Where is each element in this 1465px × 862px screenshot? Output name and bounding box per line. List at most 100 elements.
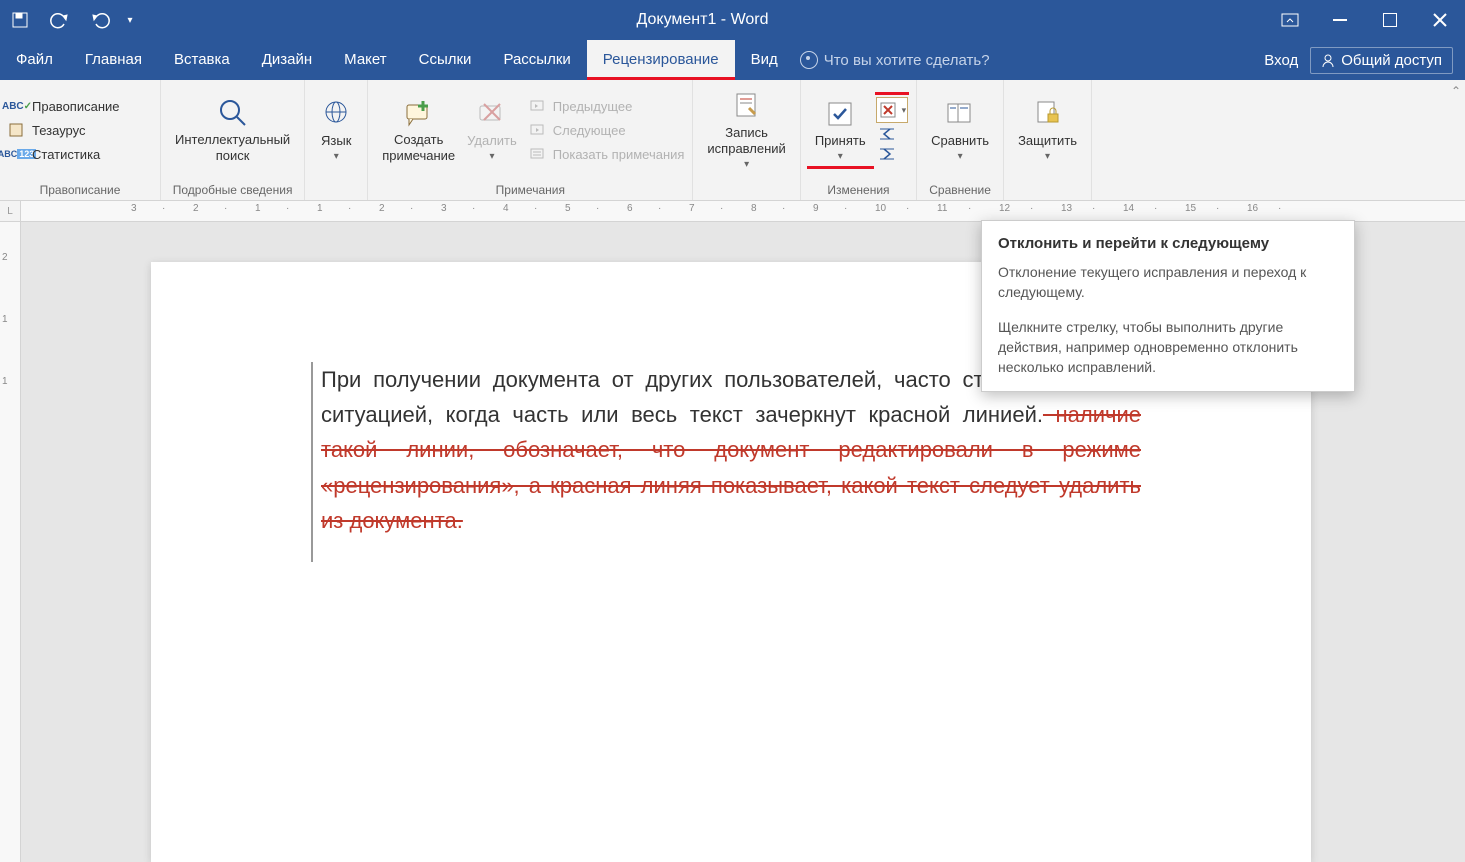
reject-tooltip: Отклонить и перейти к следующему Отклоне… xyxy=(981,220,1355,392)
horizontal-ruler[interactable]: 3·2·1·1·2·3·4·5·6·7·8·9·10·11·12·13·14·1… xyxy=(21,201,1465,222)
group-proofing: ABC✓ Правописание Тезаурус ABC123 Статис… xyxy=(0,80,161,200)
signin-link[interactable]: Вход xyxy=(1264,52,1298,69)
compare-button[interactable]: Сравнить ▾ xyxy=(925,97,995,164)
delete-comment-button[interactable]: Удалить ▾ xyxy=(461,97,523,164)
protect-button[interactable]: Защитить ▾ xyxy=(1012,97,1083,164)
next-comment-label: Следующее xyxy=(553,123,626,138)
save-icon xyxy=(11,11,29,29)
language-button[interactable]: Язык ▾ xyxy=(313,97,359,164)
minimize-button[interactable] xyxy=(1315,0,1365,40)
group-comments-label: Примечания xyxy=(368,180,692,200)
minimize-icon xyxy=(1333,19,1347,21)
group-protect-label xyxy=(1004,180,1091,200)
spelling-label: Правописание xyxy=(32,99,120,114)
tell-me-search[interactable]: Что вы хотите сделать? xyxy=(800,51,990,69)
group-changes-label: Изменения xyxy=(801,180,916,200)
window-controls xyxy=(1265,0,1465,40)
new-comment-label: Создать примечание xyxy=(382,132,455,165)
compare-icon xyxy=(943,97,977,131)
prev-change-icon xyxy=(876,125,898,143)
show-comments-label: Показать примечания xyxy=(553,147,685,162)
new-comment-button[interactable]: Создать примечание xyxy=(376,96,461,165)
tab-review[interactable]: Рецензирование xyxy=(587,40,735,80)
track-changes-icon xyxy=(730,89,764,123)
tab-insert[interactable]: Вставка xyxy=(158,40,246,80)
stats-label: Статистика xyxy=(32,147,100,162)
save-button[interactable] xyxy=(0,0,40,40)
maximize-icon xyxy=(1383,13,1397,27)
ribbon-display-button[interactable] xyxy=(1265,0,1315,40)
lightbulb-icon xyxy=(800,51,818,69)
show-comments-button[interactable]: Показать примечания xyxy=(529,143,685,165)
next-change-button[interactable] xyxy=(876,145,909,163)
language-icon xyxy=(319,97,353,131)
chevron-down-icon: ▾ xyxy=(744,159,749,172)
tab-design[interactable]: Дизайн xyxy=(246,40,328,80)
chevron-down-icon: ▾ xyxy=(958,151,963,164)
thesaurus-label: Тезаурус xyxy=(32,123,86,138)
show-comments-icon xyxy=(529,145,547,163)
account-area: Вход Общий доступ xyxy=(1264,47,1465,74)
prev-comment-button[interactable]: Предыдущее xyxy=(529,95,685,117)
quick-access-toolbar: ▾ xyxy=(0,0,140,40)
tab-home[interactable]: Главная xyxy=(69,40,158,80)
group-proofing-label: Правописание xyxy=(0,180,160,200)
highlight-mark xyxy=(807,166,874,169)
group-comments: Создать примечание Удалить ▾ Предыдущее … xyxy=(368,80,693,200)
reject-icon xyxy=(878,100,900,120)
collapse-ribbon-button[interactable]: ⌃ xyxy=(1451,84,1461,98)
close-button[interactable] xyxy=(1415,0,1465,40)
redo-button[interactable] xyxy=(80,0,120,40)
compare-label: Сравнить xyxy=(931,133,989,149)
chevron-down-icon: ▾ xyxy=(1045,151,1050,164)
group-insights-label: Подробные сведения xyxy=(161,180,304,200)
track-changes-button[interactable]: Запись исправлений ▾ xyxy=(701,89,791,172)
prev-comment-icon xyxy=(529,97,547,115)
next-change-icon xyxy=(876,145,898,163)
delete-comment-icon xyxy=(475,97,509,131)
smart-lookup-icon xyxy=(216,96,250,130)
highlight-mark xyxy=(875,92,910,95)
tab-mailings[interactable]: Рассылки xyxy=(487,40,586,80)
thesaurus-icon xyxy=(8,121,26,139)
prev-comment-label: Предыдущее xyxy=(553,99,633,114)
maximize-button[interactable] xyxy=(1365,0,1415,40)
tooltip-title: Отклонить и перейти к следующему xyxy=(998,235,1338,252)
ruler-corner: L xyxy=(0,201,21,222)
undo-button[interactable] xyxy=(40,0,80,40)
share-button[interactable]: Общий доступ xyxy=(1310,47,1453,74)
next-comment-button[interactable]: Следующее xyxy=(529,119,685,141)
new-comment-icon xyxy=(402,96,436,130)
window-title: Документ1 - Word xyxy=(140,11,1265,29)
smart-lookup-label: Интеллектуальный поиск xyxy=(175,132,290,165)
share-label: Общий доступ xyxy=(1341,52,1442,69)
stats-button[interactable]: ABC123 Статистика xyxy=(8,143,152,165)
tab-file[interactable]: Файл xyxy=(0,40,69,80)
thesaurus-button[interactable]: Тезаурус xyxy=(8,119,152,141)
group-tracking-label xyxy=(693,180,799,200)
chevron-down-icon: ▾ xyxy=(489,151,494,164)
spelling-button[interactable]: ABC✓ Правописание xyxy=(8,95,152,117)
chevron-down-icon: ▾ xyxy=(334,151,339,164)
accept-button[interactable]: Принять ▾ xyxy=(809,97,872,164)
qat-customize-button[interactable]: ▾ xyxy=(120,0,140,40)
undo-icon xyxy=(49,11,71,29)
ribbon-display-icon xyxy=(1281,13,1299,27)
tab-references[interactable]: Ссылки xyxy=(403,40,488,80)
smart-lookup-button[interactable]: Интеллектуальный поиск xyxy=(169,96,296,165)
group-tracking: Запись исправлений ▾ xyxy=(693,80,800,200)
language-label: Язык xyxy=(321,133,351,149)
tab-review-label: Рецензирование xyxy=(603,51,719,68)
tab-layout[interactable]: Макет xyxy=(328,40,402,80)
tooltip-paragraph: Щелкните стрелку, чтобы выполнить другие… xyxy=(998,317,1338,378)
prev-change-button[interactable] xyxy=(876,125,909,143)
group-compare-label: Сравнение xyxy=(917,180,1003,200)
tab-view[interactable]: Вид xyxy=(735,40,794,80)
reject-button[interactable]: ▾ xyxy=(876,97,909,123)
ribbon-tabs: Файл Главная Вставка Дизайн Макет Ссылки… xyxy=(0,40,1465,80)
close-icon xyxy=(1433,13,1447,27)
group-changes: Принять ▾ ▾ Изменения xyxy=(801,80,917,200)
spelling-icon: ABC✓ xyxy=(8,97,26,115)
ruler-row: L 3·2·1·1·2·3·4·5·6·7·8·9·10·11·12·13·14… xyxy=(0,201,1465,222)
vertical-ruler[interactable]: 211 xyxy=(0,222,21,862)
